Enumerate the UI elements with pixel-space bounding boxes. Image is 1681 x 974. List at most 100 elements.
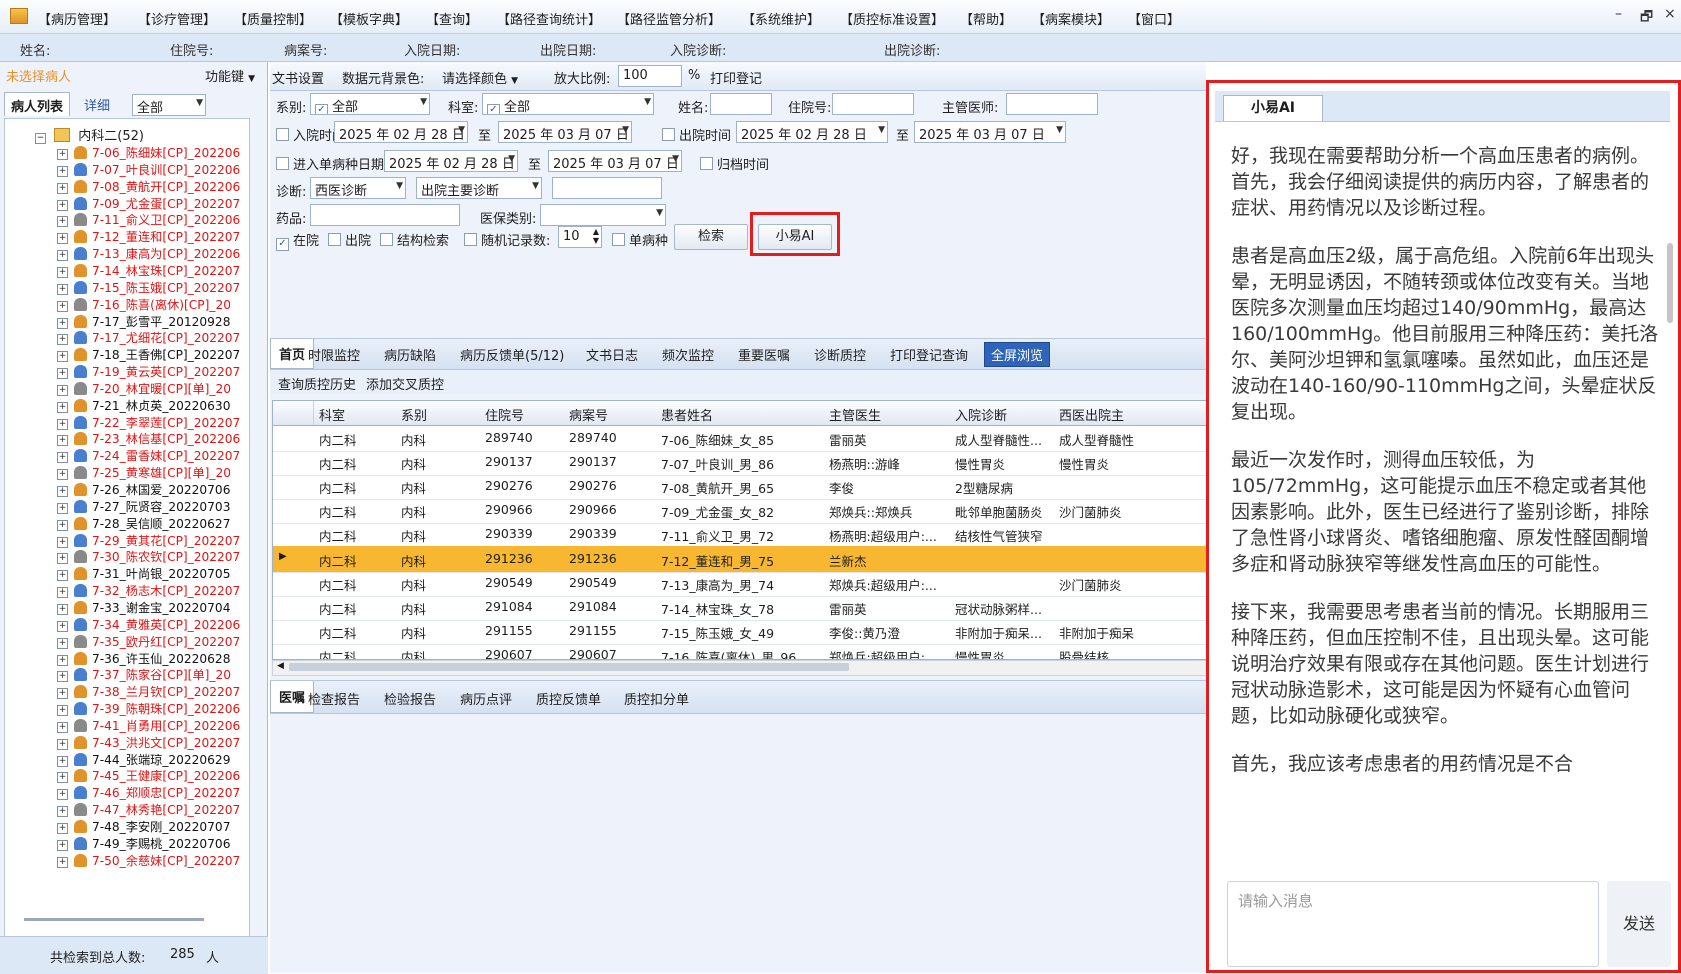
patient-tree-item[interactable]: +7-47_林秀艳[CP]_202207 — [57, 800, 240, 818]
table-cell[interactable]: 非附加于痴呆... — [955, 623, 1055, 642]
patient-tree-item[interactable]: +7-49_李赐桃_20220706 — [57, 834, 230, 852]
patient-tree-item[interactable]: +7-08_黄航开[CP]_202206 — [57, 177, 240, 195]
restore-icon[interactable]: 🗗 — [1640, 6, 1653, 30]
patient-tree-item[interactable]: +7-17_彭雪平_20120928 — [57, 312, 230, 330]
tab-record-defects[interactable]: 病历缺陷 — [384, 345, 436, 364]
struct-search-checkbox[interactable]: 结构检索 — [380, 230, 449, 249]
menu-medical-records[interactable]: 【病历管理】 — [38, 9, 116, 28]
col-inpatient-no[interactable]: 住院号 — [485, 405, 524, 424]
tab-record-review[interactable]: 病历点评 — [460, 689, 512, 708]
table-cell[interactable]: 290276 — [569, 478, 655, 493]
expand-icon[interactable]: + — [57, 772, 68, 784]
patient-tree-item[interactable]: +7-20_林宜暖[CP][单]_20 — [57, 379, 231, 397]
patient-tree-item[interactable]: +7-45_王健康[CP]_202206 — [57, 766, 240, 784]
out-hospital-checkbox[interactable]: 出院 — [328, 230, 371, 249]
doctor-input[interactable] — [1006, 93, 1098, 115]
admit-to-date[interactable]: 2025 年 03 月 07 日 ▼ — [498, 121, 632, 143]
patient-tree-item[interactable]: +7-30_陈农钦[CP]_202207 — [57, 547, 240, 565]
table-cell[interactable]: 内科 — [401, 647, 479, 659]
scroll-left-icon[interactable]: ◀ — [277, 661, 284, 671]
discharge-from-date[interactable]: 2025 年 02 月 28 日 ▼ — [736, 121, 888, 143]
inpatient-no-input[interactable] — [832, 93, 914, 115]
table-cell[interactable]: 290966 — [569, 502, 655, 517]
table-cell[interactable]: 内二科 — [319, 575, 395, 594]
table-cell[interactable]: 7-11_俞义卫_男_72 — [661, 526, 821, 545]
expand-icon[interactable]: + — [57, 216, 68, 228]
patient-tree-item[interactable]: +7-07_叶良训[CP]_202206 — [57, 160, 240, 178]
table-row[interactable]: ▶ 内二科 内科 291236 291236 7-12_董连和_男_75 兰新杰 — [273, 545, 1207, 573]
table-cell[interactable]: 兰新杰 — [829, 551, 949, 570]
tab-qc-deduction[interactable]: 质控扣分单 — [624, 689, 689, 708]
table-hscrollbar[interactable]: ◀ — [272, 660, 1208, 676]
table-cell[interactable]: 结核性气管狭窄 — [955, 526, 1055, 545]
zoom-input[interactable]: 100 — [618, 65, 682, 87]
expand-icon[interactable]: + — [57, 671, 68, 683]
table-cell[interactable]: 成人型脊髓性 — [1059, 430, 1207, 449]
table-cell[interactable]: 毗邻单胞菌肠炎 — [955, 502, 1055, 521]
tab-important-orders[interactable]: 重要医嘱 — [738, 345, 790, 364]
table-cell[interactable]: 内二科 — [319, 430, 395, 449]
col-discharge-diag[interactable]: 西医出院主 — [1059, 405, 1124, 424]
patient-tree-item[interactable]: +7-25_黄寒雄[CP][单]_20 — [57, 463, 231, 481]
color-select[interactable]: 请选择颜色 ▼ — [442, 68, 518, 87]
expand-icon[interactable]: + — [57, 536, 68, 548]
table-cell[interactable]: 杨燕明:超级用户:... — [829, 526, 949, 545]
table-cell[interactable]: 内二科 — [319, 502, 395, 521]
random-records-checkbox[interactable]: 随机记录数: — [464, 230, 550, 249]
table-cell[interactable]: 289740 — [569, 430, 655, 445]
table-cell[interactable]: 内二科 — [319, 647, 395, 659]
tree-root-dept[interactable]: − 内科二(52) — [35, 125, 144, 144]
table-cell[interactable]: 7-06_陈细妹_女_85 — [661, 430, 821, 449]
print-register-button[interactable]: 打印登记 — [710, 68, 762, 87]
patient-tree-item[interactable]: +7-34_黄雅英[CP]_202206 — [57, 615, 240, 633]
single-disease-checkbox[interactable]: 单病种 — [612, 230, 668, 249]
table-cell[interactable]: 郑焕兵:超级用户:... — [829, 575, 949, 594]
add-cross-qc-button[interactable]: 添加交叉质控 — [366, 374, 444, 393]
table-cell[interactable]: 成人型脊髓性... — [955, 430, 1055, 449]
expand-icon[interactable]: + — [57, 738, 68, 750]
expand-icon[interactable]: + — [57, 452, 68, 464]
table-cell[interactable]: 290137 — [485, 454, 563, 469]
expand-icon[interactable]: + — [57, 250, 68, 262]
col-doctor[interactable]: 主管医生 — [829, 405, 881, 424]
table-cell[interactable]: 290137 — [569, 454, 655, 469]
patient-tree-item[interactable]: +7-23_林信基[CP]_202206 — [57, 429, 240, 447]
patient-tree-item[interactable]: +7-17_尤细花[CP]_202207 — [57, 328, 240, 346]
table-cell[interactable]: 290966 — [485, 502, 563, 517]
table-cell[interactable]: 慢性胃炎 — [955, 454, 1055, 473]
patient-tree-item[interactable]: +7-29_黄其花[CP]_202207 — [57, 531, 240, 549]
table-cell[interactable]: 非附加于痴呆 — [1059, 623, 1207, 642]
table-cell[interactable]: 郑焕兵::郑焕兵 — [829, 502, 949, 521]
discharge-to-date[interactable]: 2025 年 03 月 07 日 ▼ — [914, 121, 1066, 143]
col-admit-diag[interactable]: 入院诊断 — [955, 405, 1007, 424]
patient-filter-select[interactable]: 全部 ▼ — [132, 94, 206, 116]
table-row[interactable]: 内二科 内科 291084 291084 7-14_林宝珠_女_78 雷丽英 冠状动脉粥样.… — [273, 594, 1207, 621]
patient-tree-item[interactable]: +7-48_李安刚_20220707 — [57, 817, 230, 835]
tab-frequency[interactable]: 频次监控 — [662, 345, 714, 364]
patient-tree-item[interactable]: +7-33_谢金宝_20220704 — [57, 598, 230, 616]
ai-scrollbar[interactable] — [1667, 243, 1673, 323]
col-case-no[interactable]: 病案号 — [569, 405, 608, 424]
search-button[interactable]: 检索 — [674, 224, 748, 250]
menu-query[interactable]: 【查询】 — [426, 9, 478, 28]
diag-type-select[interactable]: 西医诊断 ▼ — [310, 177, 406, 199]
in-hospital-checkbox[interactable]: ✓ 在院 — [276, 230, 319, 251]
table-cell[interactable]: 李俊::黄乃澄 — [829, 623, 949, 642]
expand-icon[interactable]: + — [57, 435, 68, 447]
tab-doc-log[interactable]: 文书日志 — [586, 345, 638, 364]
send-button[interactable]: 发送 — [1607, 881, 1671, 967]
menu-window[interactable]: 【窗口】 — [1128, 9, 1180, 28]
col-patient-name[interactable]: 患者姓名 — [661, 405, 713, 424]
expand-icon[interactable]: + — [57, 587, 68, 599]
insurance-select[interactable]: ▼ — [540, 204, 666, 226]
scroll-thumb[interactable] — [289, 663, 849, 671]
archive-time-checkbox[interactable]: 归档时间 — [700, 154, 769, 173]
single-from-date[interactable]: 2025 年 02 月 28 日 ▼ — [384, 150, 518, 172]
expand-icon[interactable]: + — [57, 519, 68, 531]
expand-icon[interactable]: + — [57, 502, 68, 514]
expand-icon[interactable]: + — [57, 839, 68, 851]
random-count-stepper[interactable]: 10 ▲ ▼ — [558, 226, 602, 248]
patient-tree-item[interactable]: +7-46_郑顺忠[CP]_202207 — [57, 783, 240, 801]
table-cell[interactable]: 291155 — [569, 623, 655, 638]
expand-icon[interactable]: + — [57, 637, 68, 649]
